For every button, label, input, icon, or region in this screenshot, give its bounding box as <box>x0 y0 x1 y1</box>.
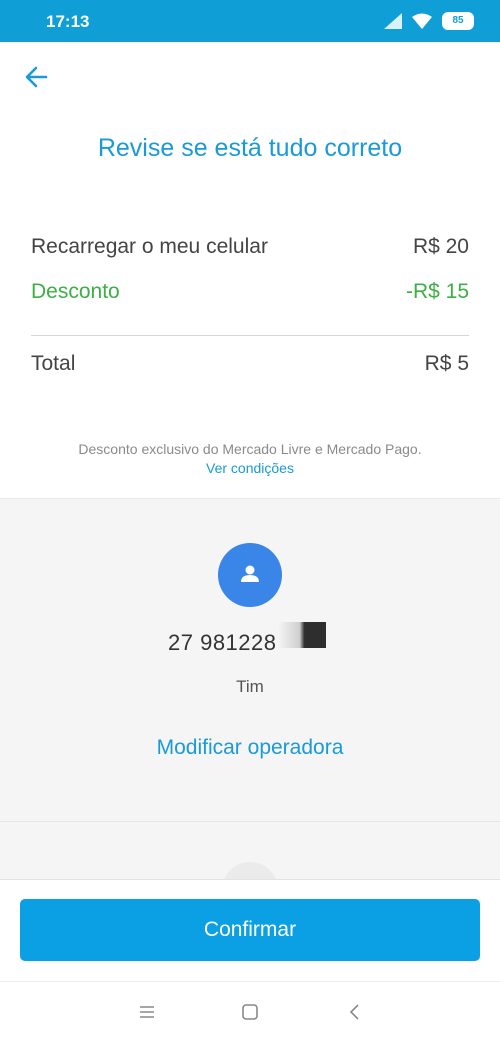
discount-disclaimer: Desconto exclusivo do Mercado Livre e Me… <box>78 441 422 457</box>
status-time: 17:13 <box>46 12 90 31</box>
total-value: R$ 5 <box>424 352 469 375</box>
discount-value: -R$ 15 <box>405 280 469 303</box>
recharge-row: Recarregar o meu celular R$ 20 <box>31 235 469 259</box>
back-button[interactable] <box>22 64 52 90</box>
phone-number: 27 981228 <box>168 630 277 655</box>
operator-name: Tim <box>236 677 264 696</box>
summary-divider <box>31 335 469 336</box>
confirm-button[interactable]: Confirmar <box>20 899 480 961</box>
modify-operator-link[interactable]: Modificar operadora <box>0 736 500 760</box>
signal-icon <box>384 13 402 29</box>
avatar <box>218 543 282 607</box>
menu-icon <box>140 1006 154 1018</box>
recharge-value: R$ 20 <box>412 235 469 258</box>
discount-row: Desconto -R$ 15 <box>31 280 469 304</box>
status-bar: 17:13 85 <box>0 0 500 42</box>
recent-apps-button[interactable] <box>137 1002 161 1024</box>
person-icon <box>241 565 259 582</box>
page-title: Revise se está tudo correto <box>97 134 403 162</box>
home-button[interactable] <box>240 1002 264 1024</box>
system-back-button[interactable] <box>345 1002 369 1024</box>
status-icons: 85 <box>384 12 474 30</box>
view-conditions-link[interactable]: Ver condições <box>0 460 500 476</box>
recharge-label: Recarregar o meu celular <box>31 235 268 258</box>
battery-icon: 85 <box>442 12 474 30</box>
total-row: Total R$ 5 <box>31 352 469 376</box>
phone-redaction <box>278 622 326 648</box>
wifi-icon <box>412 13 432 29</box>
total-label: Total <box>31 352 76 375</box>
arrow-left-icon <box>25 66 48 88</box>
home-square-icon <box>242 1004 258 1020</box>
system-nav-bar <box>0 981 500 1042</box>
back-chevron-icon <box>349 1004 359 1020</box>
section-divider <box>0 821 500 822</box>
discount-label: Desconto <box>31 280 120 303</box>
